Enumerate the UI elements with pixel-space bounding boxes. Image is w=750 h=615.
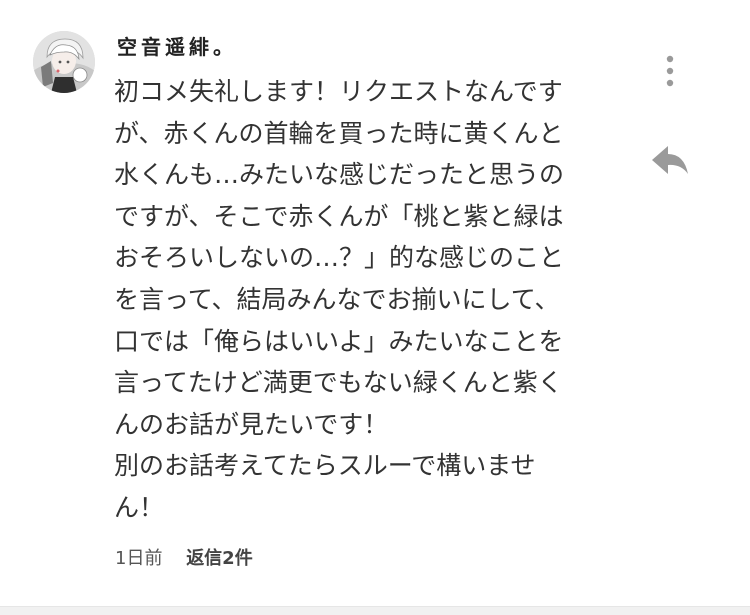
reply-arrow-icon — [652, 146, 688, 174]
avatar[interactable] — [33, 31, 95, 93]
more-options-button[interactable] — [656, 52, 684, 92]
comment-card: 空音遥緋。 初コメ失礼します！リクエストなんです が、赤くんの首輪を買った時に黄… — [0, 0, 750, 606]
comment-line: を言って、結局みんなでお揃いにして、 — [114, 284, 560, 314]
comment-line: ん！ — [114, 492, 165, 522]
comment-line: んのお話が見たいです！ — [114, 409, 389, 439]
comment-line: 初コメ失礼します！リクエストなんです — [114, 77, 563, 106]
comment-line: おそろいしないの…？」的な感じのこと — [114, 243, 565, 273]
more-vertical-icon — [666, 55, 674, 87]
comment-line: 言ってたけど満更でもない緑くんと紫く — [114, 368, 563, 398]
comment-username[interactable]: 空音遥緋。 — [117, 31, 237, 60]
comment-line: 別のお話考えてたらスルーで構いませ — [114, 451, 536, 481]
comment-line: が、赤くんの首輪を買った時に黄くんと — [114, 118, 564, 148]
comment-timestamp: 1日前 — [115, 548, 163, 569]
reply-button[interactable] — [648, 140, 692, 180]
comment-line: 口では「俺らはいいよ」みたいなことを — [114, 326, 564, 356]
comment-line: 水くんも…みたいな感じだったと思うの — [114, 160, 565, 190]
avatar-illustration — [33, 31, 95, 93]
comment-meta: 1日前 返信2件 — [115, 544, 253, 570]
comment-line: ですが、そこで赤くんが「桃と紫と緑は — [114, 201, 564, 231]
replies-link[interactable]: 返信2件 — [186, 548, 253, 569]
comment-body: 初コメ失礼します！リクエストなんです が、赤くんの首輪を買った時に黄くんと 水く… — [114, 71, 614, 529]
